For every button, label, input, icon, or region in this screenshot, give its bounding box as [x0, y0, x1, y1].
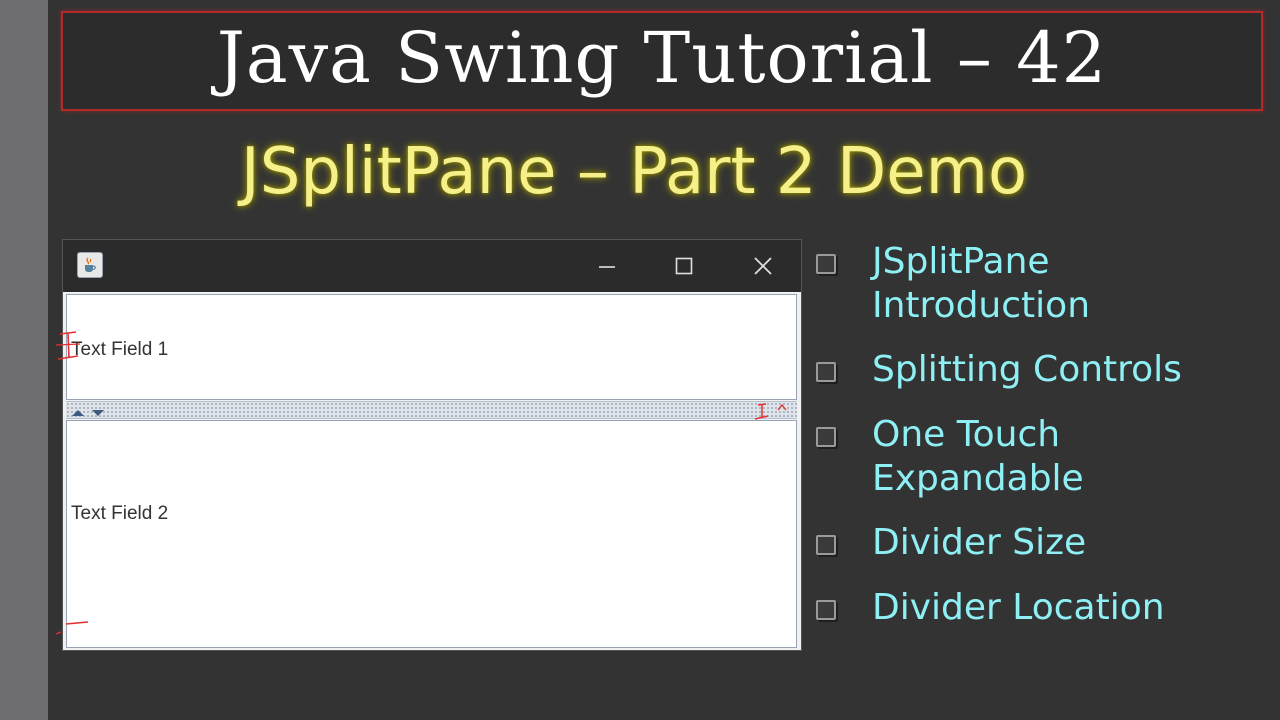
annotation-mark-bottom	[55, 621, 89, 635]
topic-text: Divider Size	[872, 521, 1086, 565]
title-banner: Java Swing Tutorial – 42	[61, 11, 1263, 111]
topic-line: Introduction	[872, 285, 1091, 326]
checkbox-icon	[816, 254, 836, 274]
topic-text: Splitting Controls	[872, 348, 1182, 392]
topic-line: Divider Location	[872, 587, 1165, 628]
split-pane-top[interactable]: Text Field 1	[66, 294, 797, 400]
topic-text: One Touch Expandable	[872, 413, 1084, 501]
checkbox-icon	[816, 600, 836, 620]
one-touch-down-button[interactable]	[91, 405, 105, 416]
annotation-mark-textfield1	[55, 331, 81, 360]
topic-text: Divider Location	[872, 586, 1165, 630]
checkbox-icon	[816, 427, 836, 447]
text-field-1-label: Text Field 1	[71, 339, 169, 360]
topic-line: Expandable	[872, 458, 1084, 499]
topic-line: JSplitPane	[872, 241, 1050, 282]
topic-line: Splitting Controls	[872, 349, 1182, 390]
minimize-button[interactable]	[577, 240, 637, 292]
topic-line: Divider Size	[872, 522, 1087, 563]
maximize-icon	[675, 257, 693, 275]
checkbox-icon	[816, 535, 836, 555]
arrow-up-icon	[72, 410, 84, 416]
split-pane-bottom[interactable]: Text Field 2	[66, 420, 797, 648]
slide-title: Java Swing Tutorial – 42	[216, 17, 1108, 99]
minimize-icon	[599, 266, 615, 268]
demo-window: Text Field 1 Text Field 2	[62, 239, 802, 651]
close-icon	[754, 257, 772, 275]
slide-subtitle: JSplitPane – Part 2 Demo	[240, 135, 1028, 209]
checkbox-icon	[816, 362, 836, 382]
one-touch-up-button[interactable]	[71, 405, 85, 416]
topic-line: One Touch	[872, 414, 1061, 455]
left-edge-strip	[0, 0, 48, 720]
close-button[interactable]	[733, 240, 793, 292]
slide: Java Swing Tutorial – 42 JSplitPane – Pa…	[0, 0, 1280, 720]
maximize-button[interactable]	[654, 240, 714, 292]
text-field-2-label: Text Field 2	[71, 503, 169, 524]
window-titlebar[interactable]	[63, 240, 801, 292]
arrow-down-icon	[92, 410, 104, 416]
topic-text: JSplitPane Introduction	[872, 240, 1090, 328]
java-coffee-cup-icon	[77, 252, 103, 278]
split-pane-divider[interactable]	[66, 401, 797, 419]
annotation-mark-divider	[754, 403, 787, 420]
